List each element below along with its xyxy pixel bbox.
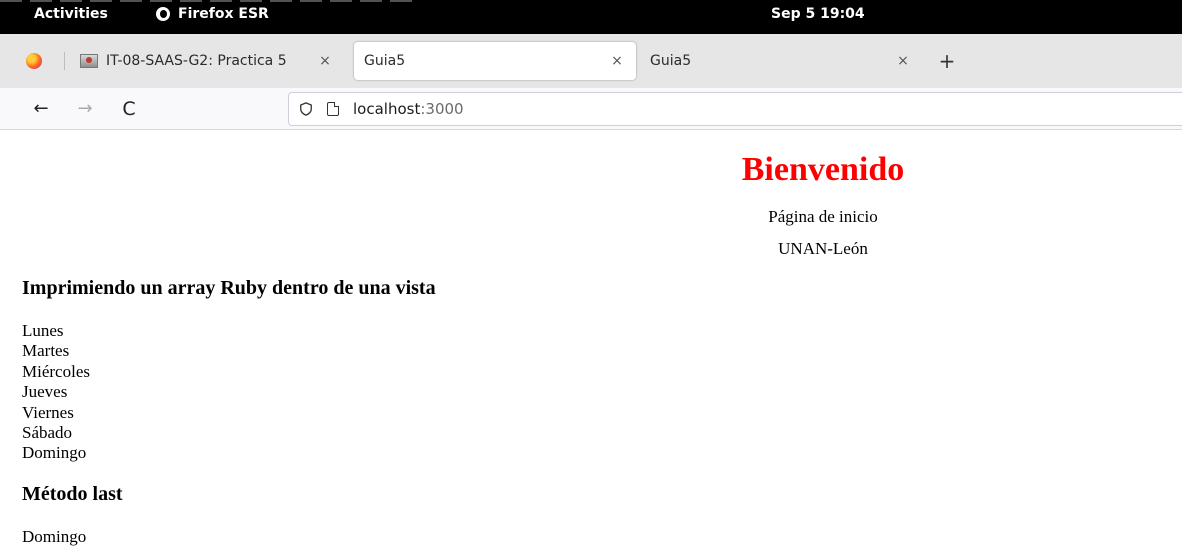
last-value: Domingo [22, 527, 87, 546]
app-name: Firefox ESR [178, 6, 269, 22]
days-list: Lunes Martes Miércoles Jueves Viernes Sá… [22, 321, 90, 464]
reload-button[interactable]: C [116, 96, 142, 122]
institution-name: UNAN-León [778, 239, 868, 258]
navigation-toolbar: ← → C localhost:3000 [0, 88, 1182, 130]
tab-title: IT-08-SAAS-G2: Practica 5 [106, 53, 287, 69]
menu-bar-remnant [0, 0, 420, 2]
moodle-favicon-icon [80, 54, 98, 68]
back-button[interactable]: ← [28, 96, 54, 122]
firefox-view-button[interactable] [14, 48, 54, 74]
clock[interactable]: Sep 5 19:04 [771, 6, 865, 22]
list-item: Lunes [22, 321, 64, 340]
tab-separator [64, 52, 65, 70]
close-tab-icon[interactable]: × [894, 53, 912, 69]
page-icon[interactable] [327, 102, 339, 116]
url-text[interactable]: localhost:3000 [353, 100, 464, 118]
address-bar[interactable]: localhost:3000 [288, 92, 1182, 126]
list-item: Sábado [22, 423, 73, 443]
close-tab-icon[interactable]: × [608, 53, 626, 69]
tab-strip: IT-08-SAAS-G2: Practica 5 × Guia5 × Guia… [0, 34, 1182, 88]
tab-title: Guia5 [364, 53, 406, 69]
list-item: Jueves [22, 382, 68, 402]
shield-icon[interactable] [299, 102, 313, 116]
page-subtitle: Página de inicio [768, 207, 878, 226]
activities-button[interactable]: Activities [34, 6, 108, 22]
list-item: Martes [22, 341, 70, 361]
tab-practica[interactable]: IT-08-SAAS-G2: Practica 5 × [70, 42, 344, 80]
app-menu[interactable]: Firefox ESR [156, 6, 269, 22]
page-heading: Bienvenido [741, 151, 905, 188]
list-item: Viernes [22, 402, 74, 422]
list-item: Miércoles [22, 361, 90, 381]
system-top-bar: Activities Firefox ESR Sep 5 19:04 [0, 0, 1182, 34]
url-port: :3000 [420, 100, 464, 118]
tab-guia5[interactable]: Guia5 × [640, 42, 922, 80]
list-item: Domingo [22, 443, 87, 463]
forward-button[interactable]: → [72, 96, 98, 122]
url-host: localhost [353, 100, 421, 118]
close-tab-icon[interactable]: × [316, 53, 334, 69]
section-title-last: Método last [22, 483, 123, 505]
tab-guia5-active[interactable]: Guia5 × [354, 42, 636, 80]
section-title-array: Imprimiendo un array Ruby dentro de una … [22, 277, 436, 299]
tab-title: Guia5 [650, 53, 692, 69]
firefox-icon [26, 53, 42, 69]
new-tab-button[interactable]: + [934, 48, 960, 74]
firefox-app-icon [156, 7, 170, 21]
